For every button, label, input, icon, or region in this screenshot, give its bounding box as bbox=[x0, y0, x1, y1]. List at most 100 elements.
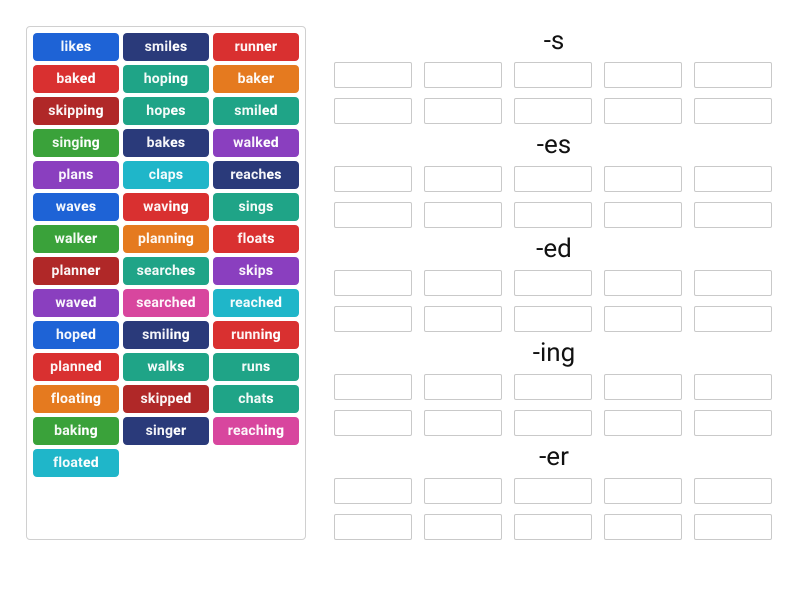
drop-slot[interactable] bbox=[604, 478, 682, 504]
drop-slot[interactable] bbox=[604, 514, 682, 540]
word-tile[interactable]: skipping bbox=[33, 97, 119, 125]
word-tile[interactable]: reached bbox=[213, 289, 299, 317]
word-tile[interactable]: singing bbox=[33, 129, 119, 157]
drop-slot[interactable] bbox=[604, 410, 682, 436]
word-tile[interactable]: running bbox=[213, 321, 299, 349]
word-tile[interactable]: baking bbox=[33, 417, 119, 445]
word-tile[interactable]: chats bbox=[213, 385, 299, 413]
word-tile[interactable]: floated bbox=[33, 449, 119, 477]
word-tile[interactable]: waves bbox=[33, 193, 119, 221]
word-tile[interactable]: hoping bbox=[123, 65, 209, 93]
drop-slot[interactable] bbox=[694, 62, 772, 88]
tile-root: run bbox=[235, 39, 256, 55]
drop-slot[interactable] bbox=[424, 166, 502, 192]
drop-slot[interactable] bbox=[334, 166, 412, 192]
drop-slot[interactable] bbox=[604, 98, 682, 124]
word-tile[interactable]: smiling bbox=[123, 321, 209, 349]
drop-slot[interactable] bbox=[514, 410, 592, 436]
drop-slot[interactable] bbox=[694, 166, 772, 192]
word-tile[interactable]: walker bbox=[33, 225, 119, 253]
word-tile[interactable]: skipped bbox=[123, 385, 209, 413]
drop-slot[interactable] bbox=[514, 202, 592, 228]
drop-slot[interactable] bbox=[424, 270, 502, 296]
drop-slot[interactable] bbox=[604, 62, 682, 88]
drop-slot[interactable] bbox=[694, 306, 772, 332]
word-tile[interactable]: floats bbox=[213, 225, 299, 253]
word-tile[interactable]: planning bbox=[123, 225, 209, 253]
tile-suffix: es bbox=[76, 39, 91, 55]
word-tile[interactable]: waved bbox=[33, 289, 119, 317]
tile-root: lik bbox=[61, 39, 77, 55]
word-tile[interactable]: baked bbox=[33, 65, 119, 93]
drop-slot[interactable] bbox=[514, 270, 592, 296]
word-tile-pool[interactable]: likessmilesrunnerbakedhopingbakerskippin… bbox=[26, 26, 306, 540]
word-tile[interactable]: planner bbox=[33, 257, 119, 285]
word-tile[interactable]: walked bbox=[213, 129, 299, 157]
drop-slot[interactable] bbox=[694, 478, 772, 504]
drop-slot[interactable] bbox=[514, 374, 592, 400]
word-tile[interactable]: searched bbox=[123, 289, 209, 317]
drop-slot[interactable] bbox=[514, 306, 592, 332]
drop-group: -er bbox=[334, 442, 774, 540]
drop-slot[interactable] bbox=[514, 166, 592, 192]
drop-slot[interactable] bbox=[334, 514, 412, 540]
drop-slot[interactable] bbox=[424, 374, 502, 400]
drop-slot[interactable] bbox=[334, 98, 412, 124]
drop-slot[interactable] bbox=[424, 478, 502, 504]
word-tile[interactable]: searches bbox=[123, 257, 209, 285]
word-tile[interactable]: singer bbox=[123, 417, 209, 445]
word-tile[interactable]: claps bbox=[123, 161, 209, 189]
word-tile[interactable]: hoped bbox=[33, 321, 119, 349]
drop-slot[interactable] bbox=[424, 514, 502, 540]
drop-slot[interactable] bbox=[604, 270, 682, 296]
word-tile[interactable]: smiled bbox=[213, 97, 299, 125]
drop-slot[interactable] bbox=[334, 62, 412, 88]
tile-root: float bbox=[53, 455, 83, 471]
word-tile[interactable]: runs bbox=[213, 353, 299, 381]
tile-suffix: es bbox=[170, 135, 185, 151]
drop-slot[interactable] bbox=[604, 202, 682, 228]
drop-slot[interactable] bbox=[514, 478, 592, 504]
drop-slot[interactable] bbox=[604, 374, 682, 400]
word-tile[interactable]: walks bbox=[123, 353, 209, 381]
drop-slot[interactable] bbox=[334, 410, 412, 436]
drop-slot[interactable] bbox=[694, 514, 772, 540]
drop-slot[interactable] bbox=[334, 374, 412, 400]
drop-slot[interactable] bbox=[334, 270, 412, 296]
drop-slot[interactable] bbox=[514, 98, 592, 124]
drop-slot[interactable] bbox=[424, 410, 502, 436]
word-tile[interactable]: bakes bbox=[123, 129, 209, 157]
drop-slot[interactable] bbox=[424, 202, 502, 228]
drop-slot[interactable] bbox=[694, 270, 772, 296]
drop-group: -ing bbox=[334, 338, 774, 436]
word-tile[interactable]: reaching bbox=[213, 417, 299, 445]
drop-slot[interactable] bbox=[694, 410, 772, 436]
word-tile[interactable]: smiles bbox=[123, 33, 209, 61]
word-tile[interactable]: baker bbox=[213, 65, 299, 93]
drop-slot[interactable] bbox=[694, 202, 772, 228]
word-tile[interactable]: waving bbox=[123, 193, 209, 221]
drop-group: -ed bbox=[334, 234, 774, 332]
drop-slot[interactable] bbox=[334, 478, 412, 504]
word-tile[interactable]: planned bbox=[33, 353, 119, 381]
drop-slot[interactable] bbox=[694, 374, 772, 400]
drop-slot[interactable] bbox=[694, 98, 772, 124]
tile-root: sing bbox=[239, 199, 267, 215]
drop-slot[interactable] bbox=[514, 62, 592, 88]
word-tile[interactable]: plans bbox=[33, 161, 119, 189]
word-tile[interactable]: floating bbox=[33, 385, 119, 413]
drop-slot[interactable] bbox=[424, 98, 502, 124]
drop-slot[interactable] bbox=[604, 306, 682, 332]
word-tile[interactable]: hopes bbox=[123, 97, 209, 125]
drop-slot[interactable] bbox=[424, 62, 502, 88]
drop-slot[interactable] bbox=[424, 306, 502, 332]
word-tile[interactable]: reaches bbox=[213, 161, 299, 189]
word-tile[interactable]: runner bbox=[213, 33, 299, 61]
drop-slot[interactable] bbox=[514, 514, 592, 540]
word-tile[interactable]: sings bbox=[213, 193, 299, 221]
word-tile[interactable]: likes bbox=[33, 33, 119, 61]
drop-slot[interactable] bbox=[604, 166, 682, 192]
drop-slot[interactable] bbox=[334, 202, 412, 228]
word-tile[interactable]: skips bbox=[213, 257, 299, 285]
drop-slot[interactable] bbox=[334, 306, 412, 332]
